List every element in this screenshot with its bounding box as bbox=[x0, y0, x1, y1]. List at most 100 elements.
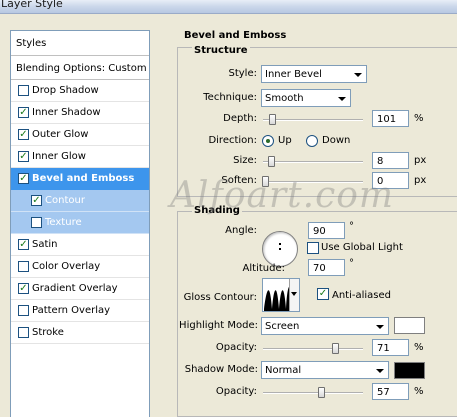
depth-label: Depth: bbox=[223, 113, 257, 124]
sidebar-item-gradient-overlay[interactable]: ✓ Gradient Overlay bbox=[11, 278, 149, 300]
highlight-mode-value: Screen bbox=[265, 321, 300, 332]
gloss-contour-curve-icon bbox=[264, 286, 290, 311]
highlight-opacity-slider[interactable] bbox=[263, 348, 363, 350]
depth-value: 101 bbox=[377, 114, 397, 125]
altitude-input[interactable]: 70 bbox=[308, 259, 345, 276]
gradient-overlay-checkbox[interactable]: ✓ bbox=[18, 283, 29, 294]
size-slider[interactable] bbox=[263, 161, 363, 163]
satin-checkbox[interactable]: ✓ bbox=[18, 239, 29, 250]
watermark-text: Alfoart.com bbox=[170, 175, 395, 216]
sidebar-item-label: Texture bbox=[45, 217, 82, 228]
highlight-opacity-unit: % bbox=[414, 342, 424, 353]
size-label: Size: bbox=[233, 155, 257, 166]
highlight-mode-select[interactable]: Screen bbox=[261, 317, 389, 335]
outer-glow-checkbox[interactable]: ✓ bbox=[18, 129, 29, 140]
shadow-color-swatch[interactable] bbox=[394, 362, 425, 379]
anti-aliased-label: Anti-aliased bbox=[332, 290, 392, 301]
sidebar-item-outer-glow[interactable]: ✓ Outer Glow bbox=[11, 124, 149, 146]
depth-slider-thumb[interactable] bbox=[269, 114, 276, 125]
drop-shadow-checkbox[interactable] bbox=[18, 85, 29, 96]
shadow-opacity-value: 57 bbox=[377, 387, 390, 398]
styles-header[interactable]: Styles bbox=[11, 31, 149, 56]
sidebar-item-texture[interactable]: Texture bbox=[11, 212, 149, 234]
inner-glow-checkbox[interactable]: ✓ bbox=[18, 151, 29, 162]
bevel-emboss-checkbox[interactable]: ✓ bbox=[18, 173, 29, 184]
direction-up-label: Up bbox=[278, 135, 292, 146]
sidebar-item-drop-shadow[interactable]: Drop Shadow bbox=[11, 80, 149, 102]
gloss-contour-label: Gloss Contour: bbox=[183, 292, 257, 303]
altitude-unit: ° bbox=[349, 258, 354, 269]
sidebar-item-label: Bevel and Emboss bbox=[32, 173, 135, 184]
highlight-opacity-input[interactable]: 71 bbox=[372, 339, 409, 356]
highlight-color-swatch[interactable] bbox=[394, 317, 425, 334]
altitude-value: 70 bbox=[313, 263, 326, 274]
sidebar-item-label: Outer Glow bbox=[32, 129, 89, 140]
gloss-contour-picker[interactable] bbox=[262, 278, 300, 312]
styles-list: Styles Blending Options: Custom Drop Sha… bbox=[10, 30, 150, 417]
sidebar-item-label: Pattern Overlay bbox=[32, 305, 111, 316]
chevron-down-icon bbox=[338, 97, 346, 101]
color-overlay-checkbox[interactable] bbox=[18, 261, 29, 272]
angle-label: Angle: bbox=[225, 225, 257, 236]
direction-down-label: Down bbox=[322, 135, 351, 146]
structure-title: Structure bbox=[192, 45, 250, 56]
angle-value: 90 bbox=[313, 226, 326, 237]
bevel-emboss-panel: Bevel and Emboss Structure Style: Inner … bbox=[165, 30, 457, 417]
highlight-opacity-label: Opacity: bbox=[215, 342, 257, 353]
size-input[interactable]: 8 bbox=[372, 152, 409, 169]
depth-input[interactable]: 101 bbox=[372, 110, 409, 127]
highlight-opacity-value: 71 bbox=[377, 343, 390, 354]
highlight-opacity-thumb[interactable] bbox=[332, 343, 339, 354]
sidebar-item-contour[interactable]: ✓ Contour bbox=[11, 190, 149, 212]
sidebar-item-bevel-emboss[interactable]: ✓ Bevel and Emboss bbox=[11, 168, 149, 190]
direction-down-radio[interactable] bbox=[306, 135, 318, 147]
title-bar: Layer Style bbox=[0, 0, 457, 14]
sidebar-item-inner-shadow[interactable]: ✓ Inner Shadow bbox=[11, 102, 149, 124]
shadow-opacity-input[interactable]: 57 bbox=[372, 383, 409, 400]
blending-options-item[interactable]: Blending Options: Custom bbox=[11, 56, 149, 80]
altitude-label: Altitude: bbox=[242, 263, 285, 274]
panel-title: Bevel and Emboss bbox=[184, 30, 287, 41]
highlight-mode-label: Highlight Mode: bbox=[179, 320, 258, 331]
texture-checkbox[interactable] bbox=[31, 217, 42, 228]
styles-label: Styles bbox=[16, 38, 47, 49]
direction-label: Direction: bbox=[208, 135, 257, 146]
size-slider-thumb[interactable] bbox=[268, 156, 275, 167]
depth-unit: % bbox=[414, 113, 424, 124]
pattern-overlay-checkbox[interactable] bbox=[18, 305, 29, 316]
technique-label: Technique: bbox=[203, 92, 257, 103]
chevron-down-icon bbox=[354, 73, 362, 77]
sidebar-item-label: Stroke bbox=[32, 327, 64, 338]
angle-input[interactable]: 90 bbox=[308, 222, 345, 239]
sidebar-item-label: Drop Shadow bbox=[32, 85, 99, 96]
technique-select-value: Smooth bbox=[265, 93, 304, 104]
angle-dial[interactable] bbox=[262, 231, 298, 267]
shadow-opacity-thumb[interactable] bbox=[318, 387, 325, 398]
chevron-down-icon[interactable] bbox=[289, 279, 299, 311]
contour-checkbox[interactable]: ✓ bbox=[31, 195, 42, 206]
sidebar-item-stroke[interactable]: Stroke bbox=[11, 322, 149, 344]
shadow-opacity-unit: % bbox=[414, 386, 424, 397]
inner-shadow-checkbox[interactable]: ✓ bbox=[18, 107, 29, 118]
sidebar-item-color-overlay[interactable]: Color Overlay bbox=[11, 256, 149, 278]
size-value: 8 bbox=[377, 156, 384, 167]
technique-select[interactable]: Smooth bbox=[261, 89, 351, 107]
style-select[interactable]: Inner Bevel bbox=[261, 65, 367, 83]
depth-slider[interactable] bbox=[263, 119, 363, 121]
anti-aliased-checkbox[interactable]: ✓ bbox=[317, 288, 329, 300]
sidebar-item-label: Inner Shadow bbox=[32, 107, 101, 118]
global-light-label: Use Global Light bbox=[321, 242, 403, 253]
direction-up-radio[interactable] bbox=[262, 135, 274, 147]
size-unit: px bbox=[414, 155, 427, 166]
shadow-opacity-slider[interactable] bbox=[263, 392, 363, 394]
sidebar-item-pattern-overlay[interactable]: Pattern Overlay bbox=[11, 300, 149, 322]
shadow-mode-label: Shadow Mode: bbox=[184, 364, 258, 375]
sidebar-item-satin[interactable]: ✓ Satin bbox=[11, 234, 149, 256]
global-light-checkbox[interactable] bbox=[307, 242, 319, 254]
sidebar-item-label: Satin bbox=[32, 239, 58, 250]
shadow-mode-select[interactable]: Normal bbox=[261, 361, 389, 379]
stroke-checkbox[interactable] bbox=[18, 327, 29, 338]
sidebar-item-inner-glow[interactable]: ✓ Inner Glow bbox=[11, 146, 149, 168]
chevron-down-icon bbox=[376, 325, 384, 329]
angle-dial-marker bbox=[279, 243, 281, 245]
